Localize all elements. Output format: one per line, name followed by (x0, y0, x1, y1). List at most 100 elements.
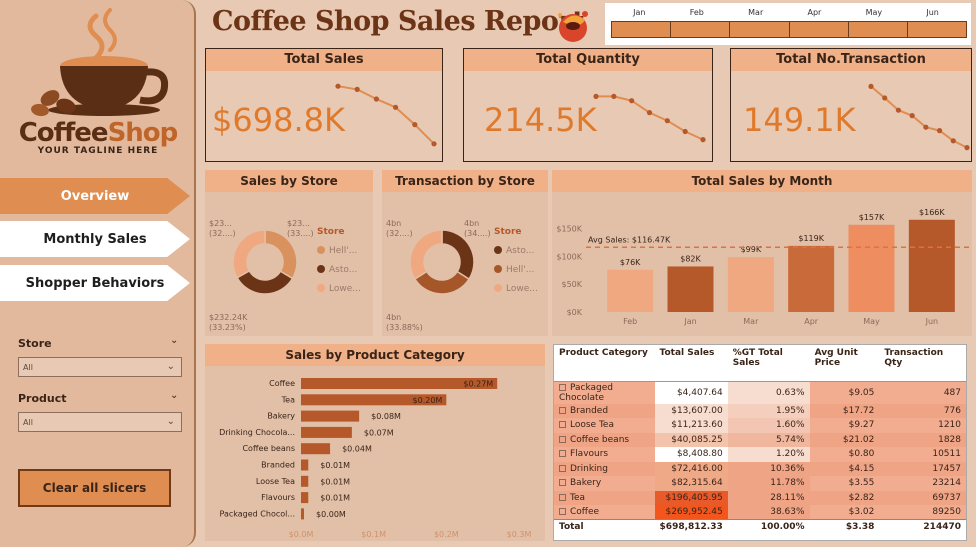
sparkline-point (354, 86, 360, 92)
month-seg[interactable] (730, 22, 790, 37)
total-cell: 100.00% (727, 519, 810, 534)
donut-label: (33.88%) (386, 323, 423, 332)
month-bar[interactable] (908, 219, 955, 312)
expand-row-icon[interactable] (559, 450, 566, 458)
sales-by-month-chart: $0K $50K $100K $150K $76K Feb $82K Jan $99K Mar $1… (556, 208, 972, 326)
legend-item[interactable]: Lowe... (506, 284, 538, 294)
donut-slice[interactable] (232, 229, 266, 279)
category-bar[interactable] (301, 508, 304, 520)
category-label: Loose Tea (256, 477, 295, 486)
category-label: Drinking Chocola... (219, 428, 295, 437)
expand-row-icon[interactable] (559, 383, 566, 391)
bar-value-label: $76K (620, 258, 641, 267)
x-tick-label: $0.0M (289, 530, 314, 539)
nav-overview[interactable]: Overview (0, 178, 190, 214)
logo-wordmark: CoffeeShop (18, 118, 179, 148)
table-cell: Drinking (554, 461, 655, 476)
store-dropdown[interactable]: All ⌄ (18, 357, 182, 377)
chevron-down-icon: ⌄ (166, 361, 175, 372)
expand-row-icon[interactable] (559, 479, 566, 487)
table-row[interactable]: Packaged Chocolate $4,407.64 0.63% $9.05 487 (554, 381, 966, 404)
table-cell: $72,416.00 (654, 461, 728, 476)
category-bar[interactable] (301, 492, 309, 504)
category-bar[interactable] (301, 475, 309, 487)
sparkline-point (895, 107, 902, 113)
product-collapse-chevron-icon[interactable]: ⌄ (170, 390, 178, 401)
expand-row-icon[interactable] (559, 421, 566, 429)
legend-item[interactable]: Asto... (506, 246, 534, 256)
x-tick-label: Jan (683, 317, 696, 326)
month-label: Jan (633, 8, 646, 17)
column-header[interactable]: Product Category (554, 345, 655, 382)
legend-item[interactable]: Hell'... (506, 265, 534, 275)
month-bar[interactable] (667, 266, 714, 312)
legend-item[interactable]: Lowe... (329, 284, 361, 294)
bar-value-label: $166K (919, 208, 945, 217)
table-cell: 28.11% (727, 490, 810, 505)
panel-title: Sales by Product Category (205, 344, 545, 366)
table-row[interactable]: Branded $13,607.00 1.95% $17.72 776 (554, 403, 966, 418)
category-bar[interactable] (301, 410, 360, 422)
table-row[interactable]: Drinking $72,416.00 10.36% $4.15 17457 (554, 461, 966, 476)
table-cell: 10.36% (727, 461, 810, 476)
month-bar[interactable] (607, 269, 654, 312)
expand-row-icon[interactable] (559, 435, 566, 443)
month-seg[interactable] (612, 22, 672, 37)
category-bar[interactable] (301, 443, 331, 455)
sparkline-point (611, 93, 617, 99)
product-slicer-label: Product (18, 392, 67, 405)
nav-monthly-sales[interactable]: Monthly Sales (0, 221, 190, 257)
category-bar[interactable] (301, 459, 309, 471)
donut-slice[interactable] (409, 229, 443, 281)
sparkline-point (373, 96, 379, 102)
table-row[interactable]: Coffee $269,952.45 38.63% $3.02 89250 (554, 505, 966, 520)
month-range-slicer[interactable]: Jan Feb Mar Apr May Jun (605, 3, 971, 45)
donut-slice[interactable] (413, 270, 471, 295)
month-bar[interactable] (611, 21, 967, 38)
table-row[interactable]: Bakery $82,315.64 11.78% $3.55 23214 (554, 476, 966, 491)
legend-item[interactable]: Hell'... (329, 246, 357, 256)
column-header[interactable]: Avg Unit Price (809, 345, 880, 382)
table-row[interactable]: Loose Tea $11,213.60 1.60% $9.27 1210 (554, 418, 966, 433)
table-row[interactable]: Tea $196,405.95 28.11% $2.82 69737 (554, 490, 966, 505)
column-header[interactable]: Transaction Qty (879, 345, 966, 382)
table-cell: $82,315.64 (654, 476, 728, 491)
donut-slice[interactable] (236, 269, 294, 295)
expand-row-icon[interactable] (559, 406, 566, 414)
clear-all-slicers-button[interactable]: Clear all slicers (18, 469, 171, 507)
sales-by-store-panel: Sales by Store $23... (32....) $23... (33..… (205, 170, 373, 336)
product-dropdown[interactable]: All ⌄ (18, 412, 182, 432)
month-seg[interactable] (849, 22, 908, 37)
column-header[interactable]: Total Sales (654, 345, 728, 382)
table-cell: 1828 (879, 432, 966, 447)
table-row[interactable]: Flavours $8,408.80 1.20% $0.80 10511 (554, 447, 966, 462)
table-cell: $9.05 (809, 381, 880, 404)
product-category-table[interactable]: Product Category Total Sales %GT Total Sal… (553, 344, 967, 541)
expand-row-icon[interactable] (559, 508, 566, 515)
x-tick-label: Mar (743, 317, 759, 326)
donut-label: (33.23%) (209, 323, 246, 332)
table-cell: Branded (554, 403, 655, 418)
table-row[interactable]: Coffee beans $40,085.25 5.74% $21.02 1828 (554, 432, 966, 447)
donut-label: $23... (287, 219, 310, 228)
column-header[interactable]: %GT Total Sales (727, 345, 810, 382)
month-bar[interactable] (788, 245, 835, 312)
store-slicer-label: Store (18, 337, 52, 350)
table-cell: 89250 (879, 505, 966, 520)
month-seg[interactable] (908, 22, 966, 37)
bar-value-label: $119K (798, 234, 824, 243)
category-label: Packaged Chocol... (220, 509, 295, 518)
expand-row-icon[interactable] (559, 493, 566, 501)
store-collapse-chevron-icon[interactable]: ⌄ (170, 335, 178, 346)
nav-shopper-behaviors[interactable]: Shopper Behaviors (0, 265, 190, 301)
legend-marker (317, 265, 325, 273)
month-bar[interactable] (848, 224, 895, 312)
category-bar[interactable] (301, 426, 352, 438)
legend-item[interactable]: Asto... (329, 265, 357, 275)
month-seg[interactable] (671, 22, 731, 37)
expand-row-icon[interactable] (559, 464, 566, 472)
table-cell: 776 (879, 403, 966, 418)
kpi-value: $698.8K (212, 101, 345, 139)
month-seg[interactable] (790, 22, 849, 37)
month-bar[interactable] (727, 257, 774, 312)
